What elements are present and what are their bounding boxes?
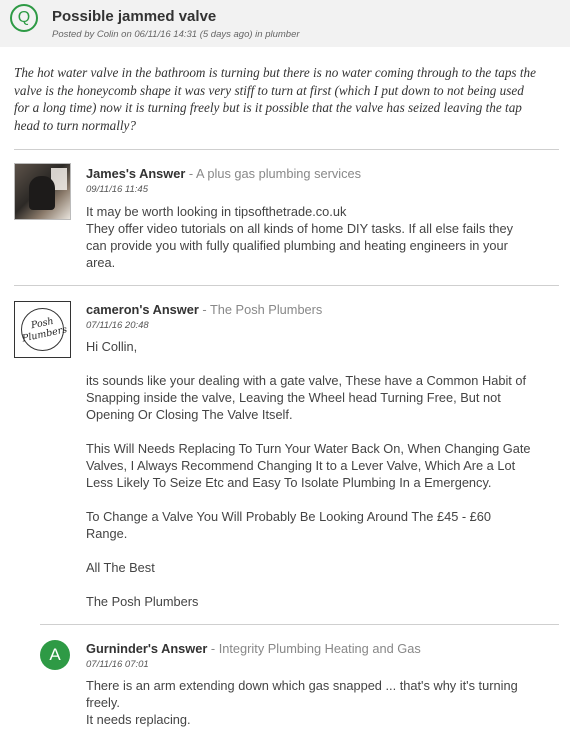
answer-body: Hi Collin, its sounds like your dealing … [86, 338, 556, 610]
answer-author-name[interactable]: James's Answer [86, 166, 185, 181]
question-line: for a long time) now it is turning freel… [14, 100, 522, 115]
answer-line: To Change a Valve You Will Probably Be L… [86, 509, 492, 524]
answer-company[interactable]: - A plus gas plumbing services [185, 166, 361, 181]
avatar: A [40, 640, 70, 670]
answer-author: James's Answer - A plus gas plumbing ser… [86, 166, 361, 181]
answer-line: freely. [86, 695, 120, 710]
avatar [14, 163, 71, 220]
answer-line: Snapping inside the valve, Leaving the W… [86, 390, 501, 405]
question-line: valve is the honeycomb shape it was very… [14, 82, 524, 98]
answer-line: It needs replacing. [86, 712, 191, 727]
divider [14, 149, 559, 150]
answer-date: 07/11/16 20:48 [86, 320, 149, 331]
answer-date: 07/11/16 07:01 [86, 659, 149, 670]
question-line: The hot water valve in the bathroom is t… [14, 65, 536, 80]
answer-line: There is an arm extending down which gas… [86, 678, 518, 693]
answer-line: Hi Collin, [86, 339, 138, 354]
answer-line: Valves, I Always Recommend Changing It t… [86, 458, 516, 473]
answer-body: It may be worth looking in tipsofthetrad… [86, 203, 556, 271]
question-meta: Posted by Colin on 06/11/16 14:31 (5 day… [52, 29, 300, 40]
answer-line: can provide you with fully qualified plu… [86, 238, 508, 253]
answer-line: This Will Needs Replacing To Turn Your W… [86, 441, 531, 456]
answer-author: Gurninder's Answer - Integrity Plumbing … [86, 641, 421, 656]
question-header: Q Possible jammed valve Posted by Colin … [0, 0, 570, 47]
answer-line: It may be worth looking in tipsofthetrad… [86, 204, 347, 219]
answer-line: Opening Or Closing The Valve Itself. [86, 407, 293, 422]
answer-line: Range. [86, 526, 128, 541]
answer-line: All The Best [86, 560, 155, 575]
answer-body: There is an arm extending down which gas… [86, 677, 556, 728]
question-title[interactable]: Possible jammed valve [52, 8, 216, 25]
answer-line: area. [86, 255, 116, 270]
divider [14, 285, 559, 286]
answer-line: its sounds like your dealing with a gate… [86, 373, 527, 388]
answer-company[interactable]: - The Posh Plumbers [199, 302, 322, 317]
answer-line: They offer video tutorials on all kinds … [86, 221, 514, 236]
divider [40, 624, 559, 625]
question-line: head to turn normally? [14, 117, 136, 133]
answer-line: The Posh Plumbers [86, 594, 199, 609]
company-logo: Posh Plumbers [14, 301, 71, 358]
question-body: The hot water valve in the bathroom is t… [14, 64, 559, 134]
answer-date: 09/11/16 11:45 [86, 184, 148, 195]
answer-company[interactable]: - Integrity Plumbing Heating and Gas [207, 641, 421, 656]
answer-author: cameron's Answer - The Posh Plumbers [86, 302, 322, 317]
answer-line: Less Likely To Seize Etc and Easy To Iso… [86, 475, 492, 490]
answer-author-name[interactable]: Gurninder's Answer [86, 641, 207, 656]
question-icon: Q [10, 4, 38, 32]
answer-author-name[interactable]: cameron's Answer [86, 302, 199, 317]
